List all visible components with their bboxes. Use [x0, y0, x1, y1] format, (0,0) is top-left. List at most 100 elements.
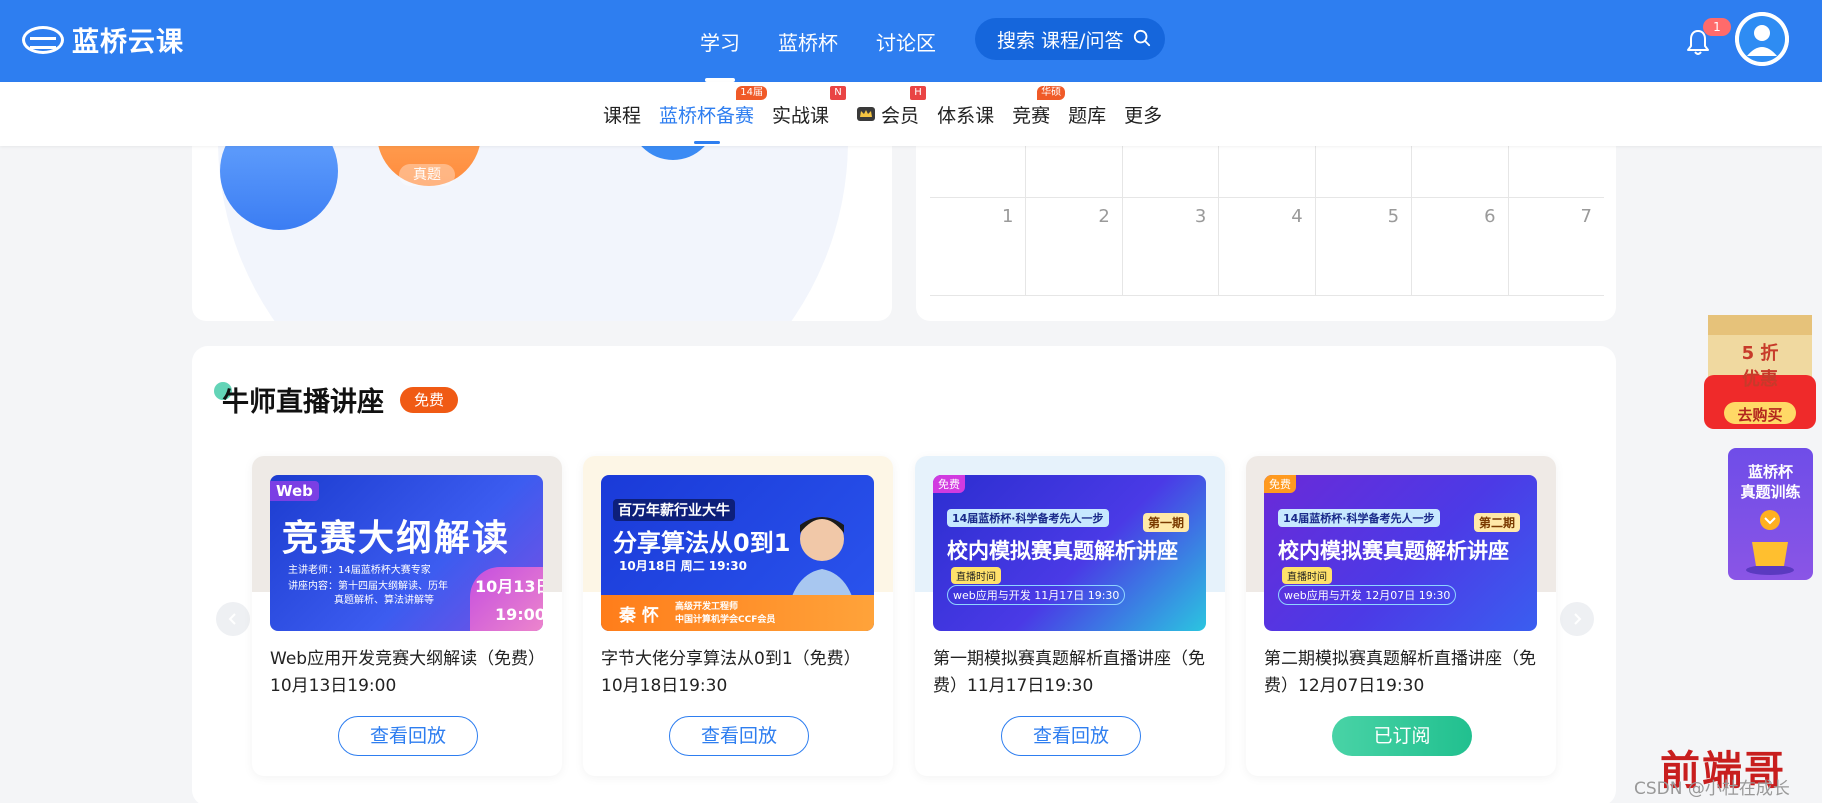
thumb-subtitle: 百万年薪行业大牛: [613, 499, 735, 521]
calendar-day[interactable]: 30: [1412, 146, 1509, 197]
calendar-day[interactable]: 28: [1219, 146, 1316, 197]
chevron-left-icon: [228, 613, 236, 625]
subnav-item-membership[interactable]: 会员 H: [848, 82, 928, 146]
training-title-line1: 蓝桥杯: [1747, 463, 1793, 481]
lecture-card[interactable]: 百万年薪行业大牛 分享算法从0到1 10月18日 周二 19:30 秦 怀 高级…: [583, 456, 893, 776]
subnav-label: 体系课: [937, 104, 995, 127]
replay-button[interactable]: 查看回放: [338, 716, 478, 756]
search-placeholder: 搜索 课程/问答: [997, 29, 1124, 52]
subnav-label: 题库: [1068, 104, 1107, 127]
search-icon[interactable]: [1133, 29, 1151, 47]
thumb-line: 真题解析、算法讲解等: [334, 595, 434, 606]
presenter-name: 秦 怀: [619, 606, 659, 626]
logo-text: 蓝桥云课: [72, 27, 184, 58]
site-logo[interactable]: 蓝桥云课: [22, 20, 184, 59]
promo-label: 优惠: [1742, 369, 1778, 390]
replay-button[interactable]: 查看回放: [1001, 716, 1141, 756]
calendar-day[interactable]: 7: [1509, 198, 1604, 295]
thumb-sub: 14届蓝桥杯·科学备考先人一步: [947, 509, 1109, 527]
chevron-down-icon: [1760, 510, 1780, 530]
calendar-day[interactable]: 29: [1316, 146, 1413, 197]
lecture-title[interactable]: 字节大佬分享算法从0到1（免费）10月18日19:30: [601, 646, 881, 700]
subnav-label: 会员: [881, 104, 920, 127]
search-box[interactable]: 搜索 课程/问答: [975, 18, 1165, 60]
subnav-label: 课程: [603, 104, 642, 127]
study-circles-card: 真题: [192, 146, 892, 321]
lecture-card[interactable]: Web 竞赛大纲解读 主讲老师：14届蓝桥杯大赛专家 讲座内容：第十四届大纲解读…: [252, 456, 562, 776]
thumb-issue: 第二期: [1474, 513, 1521, 532]
carousel-prev-button[interactable]: [216, 602, 250, 636]
lecture-card[interactable]: 免费 14届蓝桥杯·科学备考先人一步 第二期 校内模拟赛真题解析讲座 直播时间 …: [1246, 456, 1556, 776]
promo-buy-button[interactable]: 去购买: [1724, 404, 1796, 425]
question-training-widget[interactable]: 蓝桥杯 真题训练: [1728, 448, 1813, 580]
logo-mark-icon: [22, 25, 64, 54]
user-avatar[interactable]: [1735, 12, 1789, 66]
subnav-label: 实战课: [772, 104, 830, 127]
avatar-person-icon: [1735, 12, 1789, 66]
sub-navbar: 课程 蓝桥杯备赛 14届 实战课 N 会员 H 体系课 竞赛 华硕 题库 更多: [0, 82, 1822, 146]
calendar-grid: 28 29 30 31 1 2 3 4 5 6 7: [930, 146, 1604, 296]
thumb-title: 校内模拟赛真题解析讲座: [947, 539, 1178, 563]
nav-label: 学习: [700, 30, 740, 55]
thumb-tag: 免费: [1264, 475, 1296, 493]
thumb-line: 主讲老师：14届蓝桥杯大赛专家: [288, 565, 431, 576]
subnav-label: 竞赛: [1012, 104, 1051, 127]
nav-label: 蓝桥杯: [778, 30, 838, 55]
notification-badge: 1: [1703, 18, 1731, 36]
calendar-day[interactable]: [1026, 146, 1123, 197]
thumb-sub: 14届蓝桥杯·科学备考先人一步: [1278, 509, 1440, 527]
subnav-item-cup-prep[interactable]: 蓝桥杯备赛 14届: [650, 82, 768, 146]
free-badge: 免费: [400, 386, 459, 413]
lecture-thumbnail: 免费 14届蓝桥杯·科学备考先人一步 第二期 校内模拟赛真题解析讲座 直播时间 …: [1264, 475, 1537, 631]
calendar-day[interactable]: 2: [1026, 198, 1123, 295]
subnav-item-contests[interactable]: 竞赛 华硕: [1003, 82, 1066, 146]
calendar-row: 1 2 3 4 5 6 7: [930, 198, 1604, 296]
lecture-title[interactable]: Web应用开发竞赛大纲解读（免费）10月13日19:00: [270, 646, 550, 700]
subnav-label: 蓝桥杯备赛: [659, 104, 755, 127]
calendar-day[interactable]: 5: [1316, 198, 1413, 295]
thumb-live-label: 直播时间: [1282, 567, 1332, 584]
lecture-thumbnail: 百万年薪行业大牛 分享算法从0到1 10月18日 周二 19:30 秦 怀 高级…: [601, 475, 874, 631]
lecture-title[interactable]: 第二期模拟赛真题解析直播讲座（免费）12月07日19:30: [1264, 646, 1544, 700]
thumb-title: 分享算法从0到1: [613, 529, 791, 557]
subnav-item-system-courses[interactable]: 体系课: [928, 82, 1003, 146]
presenter-role: 高级开发工程师: [675, 602, 739, 612]
discount-promo-widget[interactable]: 5 折 优惠 去购买: [1700, 305, 1820, 435]
calendar-day[interactable]: [930, 146, 1027, 197]
crown-icon: [857, 107, 876, 121]
live-lectures-section: 牛师直播讲座 免费 Web 竞赛大纲解读 主讲老师：14届蓝桥杯大赛专家 讲座内…: [192, 346, 1616, 803]
lecture-title[interactable]: 第一期模拟赛真题解析直播讲座（免费）11月17日19:30: [933, 646, 1213, 700]
top-navbar: 蓝桥云课 学习 蓝桥杯 讨论区 搜索 课程/问答 1: [0, 0, 1822, 82]
calendar-day[interactable]: 4: [1219, 198, 1316, 295]
calendar-card: 28 29 30 31 1 2 3 4 5 6 7: [916, 146, 1616, 321]
subnav-item-practice[interactable]: 实战课 N: [763, 82, 847, 146]
thumb-live-label: 直播时间: [951, 567, 1001, 584]
subnav-item-courses[interactable]: 课程: [594, 82, 650, 146]
thumb-time: 19:00: [495, 605, 543, 624]
thumb-live: web应用与开发 12月07日 19:30: [1278, 585, 1457, 605]
calendar-day[interactable]: 6: [1412, 198, 1509, 295]
subscribed-button[interactable]: 已订阅: [1332, 716, 1472, 756]
thumb-date: 10月18日 周二 19:30: [619, 559, 747, 573]
lecture-thumbnail: Web 竞赛大纲解读 主讲老师：14届蓝桥杯大赛专家 讲座内容：第十四届大纲解读…: [270, 475, 543, 631]
nav-item-forum[interactable]: 讨论区: [876, 0, 936, 82]
subnav-item-question-bank[interactable]: 题库: [1059, 82, 1115, 146]
thumb-tag: 免费: [933, 475, 965, 493]
nav-item-study[interactable]: 学习: [700, 0, 740, 82]
training-title-line2: 真题训练: [1740, 483, 1801, 501]
thumb-date: 10月13日: [475, 577, 543, 596]
calendar-day[interactable]: 1: [930, 198, 1027, 295]
main-nav: 学习 蓝桥杯 讨论区: [700, 0, 936, 82]
calendar-day[interactable]: 3: [1123, 198, 1220, 295]
thumb-issue: 第一期: [1143, 513, 1190, 532]
lecture-card[interactable]: 免费 14届蓝桥杯·科学备考先人一步 第一期 校内模拟赛真题解析讲座 直播时间 …: [915, 456, 1225, 776]
subnav-item-more[interactable]: 更多: [1115, 82, 1171, 146]
calendar-day[interactable]: 31: [1509, 146, 1604, 197]
calendar-row: 28 29 30 31: [930, 146, 1604, 198]
nav-label: 讨论区: [876, 30, 936, 55]
carousel-next-button[interactable]: [1560, 602, 1594, 636]
replay-button[interactable]: 查看回放: [669, 716, 809, 756]
trophy-cup-icon: [1746, 542, 1794, 575]
nav-item-lanqiao-cup[interactable]: 蓝桥杯: [778, 0, 838, 82]
calendar-day[interactable]: [1123, 146, 1220, 197]
